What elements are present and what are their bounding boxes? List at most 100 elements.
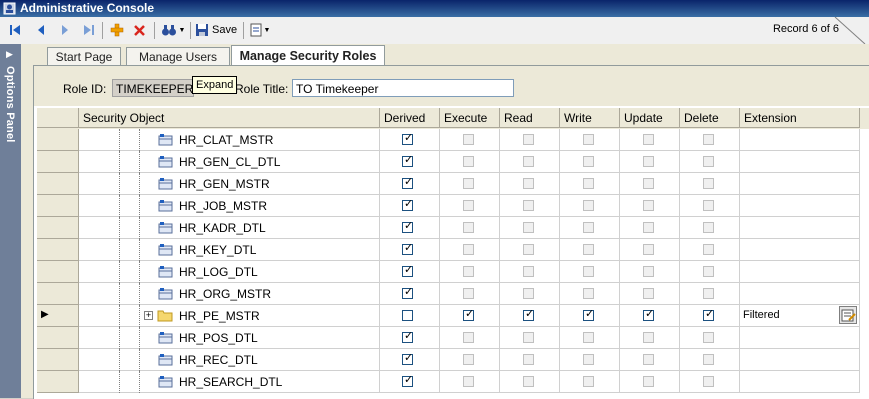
update-checkbox[interactable] <box>643 200 654 211</box>
derived-checkbox[interactable]: ✓ <box>402 264 413 277</box>
write-checkbox[interactable] <box>583 376 594 387</box>
write-checkbox[interactable] <box>583 354 594 365</box>
table-row[interactable]: HR_GEN_CL_DTL ✓ <box>37 151 869 173</box>
row-selector[interactable] <box>37 129 79 151</box>
delete-checkbox[interactable] <box>703 354 714 365</box>
security-object-cell[interactable]: HR_GEN_CL_DTL <box>79 151 380 173</box>
row-selector[interactable] <box>37 261 79 283</box>
derived-checkbox[interactable]: ✓ <box>402 374 413 387</box>
tab-manage-security-roles[interactable]: Manage Security Roles <box>231 45 385 66</box>
delete-checkbox[interactable]: ✓ <box>703 308 714 321</box>
derived-checkbox[interactable]: ✓ <box>402 220 413 233</box>
read-checkbox[interactable] <box>523 244 534 255</box>
read-checkbox[interactable] <box>523 200 534 211</box>
column-header-write[interactable]: Write <box>560 108 620 128</box>
read-checkbox[interactable] <box>523 376 534 387</box>
row-selector[interactable] <box>37 327 79 349</box>
extension-cell[interactable] <box>740 371 860 393</box>
column-header-execute[interactable]: Execute <box>440 108 500 128</box>
security-object-cell[interactable]: HR_ORG_MSTR <box>79 283 380 305</box>
update-checkbox[interactable] <box>643 156 654 167</box>
column-header-derived[interactable]: Derived <box>380 108 440 128</box>
extension-cell[interactable] <box>740 217 860 239</box>
derived-checkbox[interactable]: ✓ <box>402 286 413 299</box>
add-record-button[interactable] <box>108 21 126 39</box>
write-checkbox[interactable] <box>583 156 594 167</box>
edit-extension-button[interactable] <box>839 306 857 324</box>
row-selector[interactable] <box>37 283 79 305</box>
update-checkbox[interactable] <box>643 178 654 189</box>
write-checkbox[interactable] <box>583 244 594 255</box>
derived-checkbox[interactable] <box>402 310 413 321</box>
execute-checkbox[interactable] <box>463 376 474 387</box>
execute-checkbox[interactable] <box>463 354 474 365</box>
extension-cell[interactable] <box>740 151 860 173</box>
update-checkbox[interactable] <box>643 134 654 145</box>
expand-plus-icon[interactable]: + <box>144 311 153 320</box>
write-checkbox[interactable]: ✓ <box>583 308 594 321</box>
delete-checkbox[interactable] <box>703 178 714 189</box>
last-record-button[interactable] <box>80 21 98 39</box>
options-menu-button[interactable]: ▼ <box>248 21 272 39</box>
next-record-button[interactable] <box>56 21 74 39</box>
extension-cell[interactable] <box>740 327 860 349</box>
extension-cell[interactable] <box>740 129 860 151</box>
derived-checkbox[interactable]: ✓ <box>402 330 413 343</box>
update-checkbox[interactable] <box>643 266 654 277</box>
update-checkbox[interactable] <box>643 244 654 255</box>
security-object-cell[interactable]: HR_POS_DTL <box>79 327 380 349</box>
security-object-cell[interactable]: HR_CLAT_MSTR <box>79 129 380 151</box>
delete-checkbox[interactable] <box>703 156 714 167</box>
column-header-update[interactable]: Update <box>620 108 680 128</box>
security-object-cell[interactable]: HR_LOG_DTL <box>79 261 380 283</box>
table-row[interactable]: HR_KADR_DTL ✓ <box>37 217 869 239</box>
security-object-cell[interactable]: HR_KEY_DTL <box>79 239 380 261</box>
update-checkbox[interactable]: ✓ <box>643 308 654 321</box>
table-row[interactable]: HR_JOB_MSTR ✓ <box>37 195 869 217</box>
derived-checkbox[interactable]: ✓ <box>402 176 413 189</box>
first-record-button[interactable] <box>6 21 24 39</box>
derived-checkbox[interactable]: ✓ <box>402 154 413 167</box>
read-checkbox[interactable] <box>523 156 534 167</box>
save-button[interactable]: Save <box>195 21 239 39</box>
expand-arrow-icon[interactable]: ▶ <box>6 49 13 60</box>
options-panel[interactable]: ▶ Options Panel <box>0 44 21 398</box>
delete-checkbox[interactable] <box>703 288 714 299</box>
security-object-cell[interactable]: HR_JOB_MSTR <box>79 195 380 217</box>
extension-cell[interactable] <box>740 173 860 195</box>
security-object-cell[interactable]: HR_GEN_MSTR <box>79 173 380 195</box>
write-checkbox[interactable] <box>583 200 594 211</box>
write-checkbox[interactable] <box>583 288 594 299</box>
execute-checkbox[interactable] <box>463 200 474 211</box>
security-object-cell[interactable]: HR_REC_DTL <box>79 349 380 371</box>
row-selector[interactable] <box>37 195 79 217</box>
extension-cell[interactable] <box>740 261 860 283</box>
security-object-cell[interactable]: HR_KADR_DTL <box>79 217 380 239</box>
previous-record-button[interactable] <box>32 21 50 39</box>
write-checkbox[interactable] <box>583 222 594 233</box>
write-checkbox[interactable] <box>583 332 594 343</box>
delete-checkbox[interactable] <box>703 134 714 145</box>
find-button[interactable]: ▼ <box>160 21 186 39</box>
security-object-cell[interactable]: HR_SEARCH_DTL <box>79 371 380 393</box>
derived-checkbox[interactable]: ✓ <box>402 352 413 365</box>
derived-checkbox[interactable]: ✓ <box>402 242 413 255</box>
table-row[interactable]: HR_ORG_MSTR ✓ <box>37 283 869 305</box>
column-header-delete[interactable]: Delete <box>680 108 740 128</box>
update-checkbox[interactable] <box>643 222 654 233</box>
row-selector[interactable] <box>37 173 79 195</box>
delete-checkbox[interactable] <box>703 200 714 211</box>
write-checkbox[interactable] <box>583 134 594 145</box>
read-checkbox[interactable] <box>523 288 534 299</box>
execute-checkbox[interactable] <box>463 288 474 299</box>
delete-checkbox[interactable] <box>703 244 714 255</box>
read-checkbox[interactable] <box>523 354 534 365</box>
extension-cell[interactable] <box>740 195 860 217</box>
table-row[interactable]: HR_GEN_MSTR ✓ <box>37 173 869 195</box>
write-checkbox[interactable] <box>583 266 594 277</box>
execute-checkbox[interactable] <box>463 332 474 343</box>
execute-checkbox[interactable] <box>463 156 474 167</box>
execute-checkbox[interactable] <box>463 178 474 189</box>
read-checkbox[interactable] <box>523 266 534 277</box>
row-selector[interactable] <box>37 371 79 393</box>
